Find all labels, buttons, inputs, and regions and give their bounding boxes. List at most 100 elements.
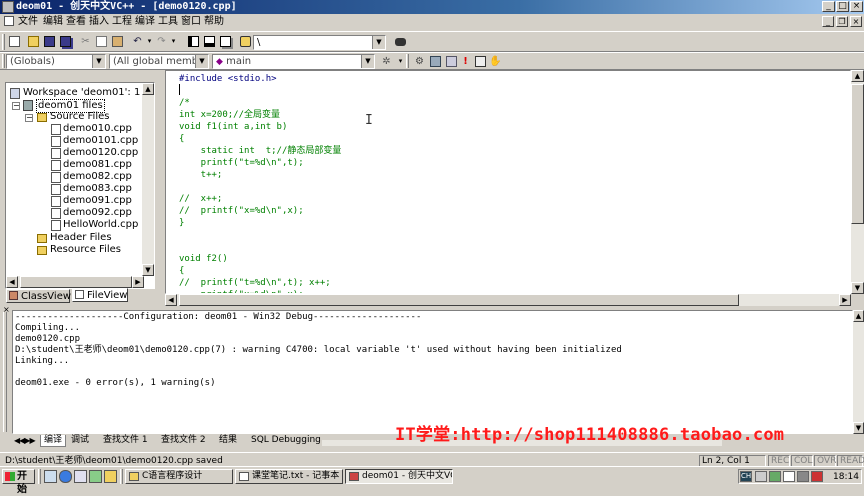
task-vc[interactable]: deom01 - 创天中文VC... (345, 469, 453, 484)
ime-indicator[interactable]: CH (740, 471, 752, 482)
source-files-folder[interactable]: Source Files (50, 111, 109, 123)
tab-results[interactable]: 结果 (219, 435, 237, 447)
wizard-action-icon[interactable]: ✲ (379, 54, 394, 69)
scroll-right-icon[interactable]: ▶ (839, 294, 851, 306)
menu-help[interactable]: 帮助 (204, 15, 224, 28)
tree-file[interactable]: demo091.cpp (63, 195, 132, 207)
menu-build[interactable]: 编译 (135, 15, 155, 28)
output-window-icon[interactable] (202, 34, 217, 49)
chevron-down-icon[interactable]: ▼ (372, 36, 385, 49)
tray-icon[interactable] (755, 471, 767, 482)
tree-file[interactable]: demo0101.cpp (63, 135, 138, 147)
toolbar-grip[interactable] (406, 54, 409, 68)
scroll-down-icon[interactable]: ▼ (851, 282, 864, 294)
editor-horizontal-scrollbar[interactable]: ◀ ▶ (165, 294, 851, 306)
taskbar-grip[interactable] (38, 469, 41, 484)
tab-build[interactable]: 编译 (40, 435, 67, 447)
class-combo[interactable]: (Globals) ▼ (6, 54, 106, 69)
find-combo[interactable]: \ ▼ (253, 35, 386, 50)
scroll-down-icon[interactable]: ▼ (853, 422, 864, 434)
clock[interactable]: 18:14 (833, 471, 859, 483)
network-icon[interactable] (769, 471, 781, 482)
toolbar-grip[interactable] (2, 34, 5, 50)
scroll-up-icon[interactable]: ▲ (851, 70, 864, 82)
chevron-down-icon[interactable]: ▼ (92, 55, 105, 68)
tray-icon[interactable] (811, 471, 823, 482)
scroll-thumb[interactable] (851, 84, 864, 224)
document-icon[interactable] (4, 16, 14, 26)
paste-icon[interactable] (110, 34, 125, 49)
tab-find-in-files-2[interactable]: 查找文件 2 (161, 435, 206, 447)
scroll-right-icon[interactable]: ▶ (132, 276, 144, 288)
search-binoculars-icon[interactable] (393, 34, 408, 49)
cut-icon[interactable]: ✂ (78, 34, 93, 49)
menu-edit[interactable]: 编辑 (43, 15, 63, 28)
minimize-button[interactable]: _ (822, 1, 835, 12)
scroll-thumb[interactable] (20, 276, 132, 288)
menu-tools[interactable]: 工具 (158, 15, 178, 28)
output-grip[interactable] (3, 312, 7, 432)
filter-combo[interactable]: (All global members ▼ (109, 54, 209, 69)
menu-insert[interactable]: 插入 (89, 15, 109, 28)
tab-find-in-files-1[interactable]: 查找文件 1 (103, 435, 148, 447)
stop-build-icon[interactable] (444, 54, 459, 69)
resource-files-folder[interactable]: Resource Files (50, 244, 121, 256)
scroll-up-icon[interactable]: ▲ (853, 310, 864, 322)
task-notepad[interactable]: 课堂笔记.txt - 记事本 (235, 469, 343, 484)
scroll-thumb[interactable] (179, 294, 739, 306)
maximize-button[interactable]: □ (836, 1, 849, 12)
windows-list-icon[interactable] (218, 34, 233, 49)
go-icon[interactable] (473, 54, 488, 69)
open-folder-icon[interactable] (26, 34, 41, 49)
scroll-left-icon[interactable]: ◀ (6, 276, 18, 288)
show-desktop-icon[interactable] (44, 470, 57, 483)
workspace-root[interactable]: Workspace 'deom01': 1 proje (23, 87, 154, 99)
taskbar-grip[interactable] (120, 469, 123, 484)
tree-file[interactable]: demo092.cpp (63, 207, 132, 219)
find-in-files-icon[interactable] (238, 34, 253, 49)
tab-debug[interactable]: 调试 (71, 435, 89, 447)
tree-file[interactable]: demo010.cpp (63, 123, 132, 135)
tab-sql-debugging[interactable]: SQL Debugging (251, 435, 321, 447)
start-button[interactable]: 开始 (2, 469, 35, 495)
workspace-horizontal-scrollbar[interactable]: ◀ ▶ (6, 276, 144, 288)
tab-classview[interactable]: ClassView (6, 289, 71, 303)
save-icon[interactable] (42, 34, 57, 49)
tab-fileview[interactable]: FileView (72, 288, 128, 302)
tree-file[interactable]: demo0120.cpp (63, 147, 138, 159)
title-bar[interactable]: deom01 - 创天中文VC++ - [demo0120.cpp] _ □ × (0, 0, 864, 14)
menu-file[interactable]: 文件 (18, 15, 38, 28)
chevron-down-icon[interactable]: ▼ (361, 55, 374, 68)
quick-launch-icon[interactable] (89, 470, 102, 483)
tree-file[interactable]: demo083.cpp (63, 183, 132, 195)
tree-file[interactable]: HelloWorld.cpp (63, 219, 138, 231)
copy-icon[interactable] (94, 34, 109, 49)
tab-scroll-icon[interactable]: ◀◀▶▶ (14, 436, 36, 446)
quick-launch-folder-icon[interactable] (104, 470, 117, 483)
tree-file[interactable]: demo081.cpp (63, 159, 132, 171)
code-editor[interactable]: #include <stdio.h> /* int x=200;//全局变量 void… (165, 70, 851, 294)
app-icon[interactable] (2, 1, 14, 13)
outlook-icon[interactable] (74, 470, 87, 483)
output-close-icon[interactable]: × (3, 306, 10, 314)
collapse-icon[interactable]: − (12, 102, 20, 110)
workspace-window-icon[interactable] (186, 34, 201, 49)
workspace-tree[interactable]: Workspace 'deom01': 1 proje − deom01 fil… (5, 82, 155, 289)
tree-file[interactable]: demo082.cpp (63, 171, 132, 183)
menu-view[interactable]: 查看 (66, 15, 86, 28)
scroll-left-icon[interactable]: ◀ (165, 294, 177, 306)
scroll-down-icon[interactable]: ▼ (142, 264, 154, 276)
workspace-vertical-scrollbar[interactable]: ▲ ▼ (142, 83, 154, 276)
build-icon[interactable] (428, 54, 443, 69)
output-vertical-scrollbar[interactable]: ▲ ▼ (853, 310, 864, 434)
execute-icon[interactable]: ! (458, 54, 473, 69)
new-file-icon[interactable] (7, 34, 22, 49)
menu-project[interactable]: 工程 (112, 15, 132, 28)
menu-window[interactable]: 窗口 (181, 15, 201, 28)
function-combo[interactable]: ◆ main ▼ (212, 54, 375, 69)
toolbar-grip[interactable] (2, 54, 5, 68)
breakpoint-hand-icon[interactable]: ✋ (488, 54, 503, 69)
doc-close-button[interactable]: × (850, 16, 862, 27)
tray-icon[interactable] (783, 471, 795, 482)
save-all-icon[interactable] (58, 34, 73, 49)
